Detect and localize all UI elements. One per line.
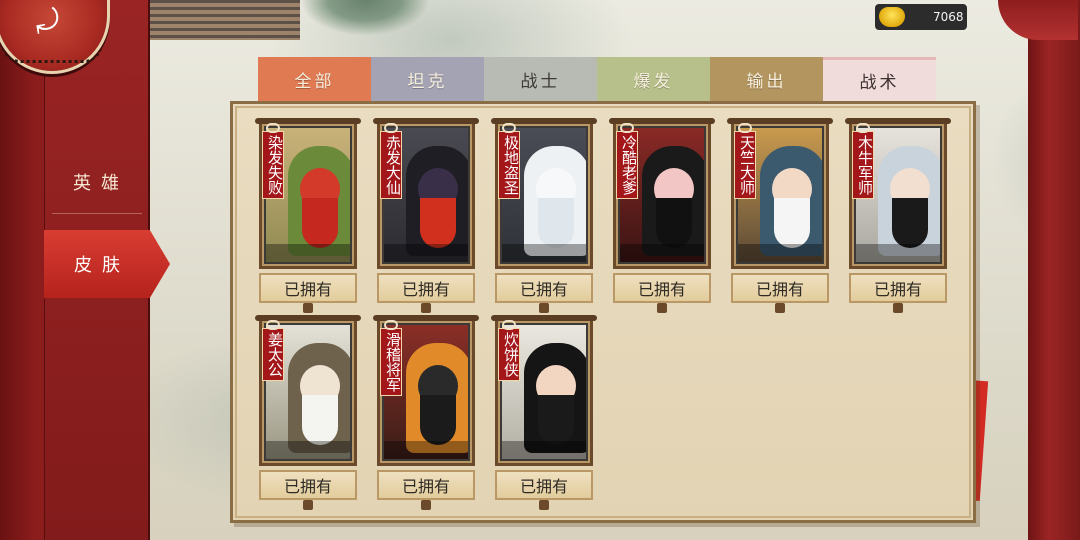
skin-card[interactable]: 姜太公 已拥有 [255,315,361,510]
tab-label: 战士 [520,71,561,92]
badge-tassel [421,303,431,313]
sidebar-item-hero[interactable]: 英雄 [44,154,148,210]
skin-name: 染发失败 [262,131,284,199]
owned-badge: 已拥有 [495,273,593,303]
owned-badge: 已拥有 [377,470,475,500]
pine-decoration [300,0,430,36]
currency-value: 7068 [933,10,964,24]
sidebar-item-label: 皮肤 [74,255,130,276]
banner-clip [738,123,752,133]
tab-label: 战术 [859,73,900,93]
skin-card[interactable]: 滑稽将军 已拥有 [373,315,479,510]
skin-card[interactable]: 木牛军师 已拥有 [845,118,951,313]
badge-tassel [775,303,785,313]
tab-burst[interactable]: 爆发 [597,57,710,101]
skin-card[interactable]: 极地盗圣 已拥有 [491,118,597,313]
tab-tank[interactable]: 坦克 [371,57,484,101]
skin-grid-panel: 染发失败 已拥有 赤发大仙 已拥有 极地盗圣 已拥有 冷酷老爹 已拥有 天竺大师… [230,101,976,523]
badge-ornament [1,43,103,63]
banner-clip [266,123,280,133]
right-curtain [998,0,1080,540]
badge-tassel [657,303,667,313]
sidebar: ⤾ 英雄 皮肤 [0,0,170,540]
owned-badge: 已拥有 [495,470,593,500]
sidebar-item-label: 英雄 [73,173,129,194]
owned-badge: 已拥有 [613,273,711,303]
owned-badge: 已拥有 [849,273,947,303]
filter-tabs: 全部 坦克 战士 爆发 输出 战术 [258,57,936,101]
tab-label: 坦克 [407,71,448,92]
sidebar-divider [52,213,142,214]
badge-tassel [303,303,313,313]
skin-name: 滑稽将军 [380,328,402,396]
owned-badge: 已拥有 [259,470,357,500]
skin-card[interactable]: 炊饼侠 已拥有 [491,315,597,510]
bamboo-decoration [150,0,300,40]
gold-ingot-icon [879,7,905,27]
skin-card[interactable]: 天竺大师 已拥有 [727,118,833,313]
owned-badge: 已拥有 [259,273,357,303]
tab-all[interactable]: 全部 [258,57,371,101]
owned-badge: 已拥有 [377,273,475,303]
tab-label: 爆发 [633,71,674,92]
skin-card[interactable]: 冷酷老爹 已拥有 [609,118,715,313]
banner-clip [856,123,870,133]
skin-card[interactable]: 染发失败 已拥有 [255,118,361,313]
skin-name: 炊饼侠 [498,328,520,381]
currency-display: 7068 [875,4,967,30]
skin-name: 木牛军师 [852,131,874,199]
banner-clip [384,123,398,133]
tab-tactics[interactable]: 战术 [823,57,936,101]
badge-tassel [303,500,313,510]
skin-name: 赤发大仙 [380,131,402,199]
tab-damage[interactable]: 输出 [710,57,823,101]
badge-tassel [893,303,903,313]
tab-label: 全部 [294,71,335,92]
banner-clip [502,123,516,133]
owned-badge: 已拥有 [731,273,829,303]
banner-clip [502,320,516,330]
banner-clip [266,320,280,330]
skin-name: 天竺大师 [734,131,756,199]
skin-name: 姜太公 [262,328,284,381]
skin-card[interactable]: 赤发大仙 已拥有 [373,118,479,313]
badge-tassel [421,500,431,510]
tab-warrior[interactable]: 战士 [484,57,597,101]
banner-clip [384,320,398,330]
skin-name: 极地盗圣 [498,131,520,199]
sidebar-item-skin[interactable]: 皮肤 [44,230,170,298]
badge-tassel [539,500,549,510]
badge-tassel [539,303,549,313]
back-arrow-icon: ⤾ [32,2,63,41]
tab-label: 输出 [746,71,787,92]
banner-clip [620,123,634,133]
skin-name: 冷酷老爹 [616,131,638,199]
